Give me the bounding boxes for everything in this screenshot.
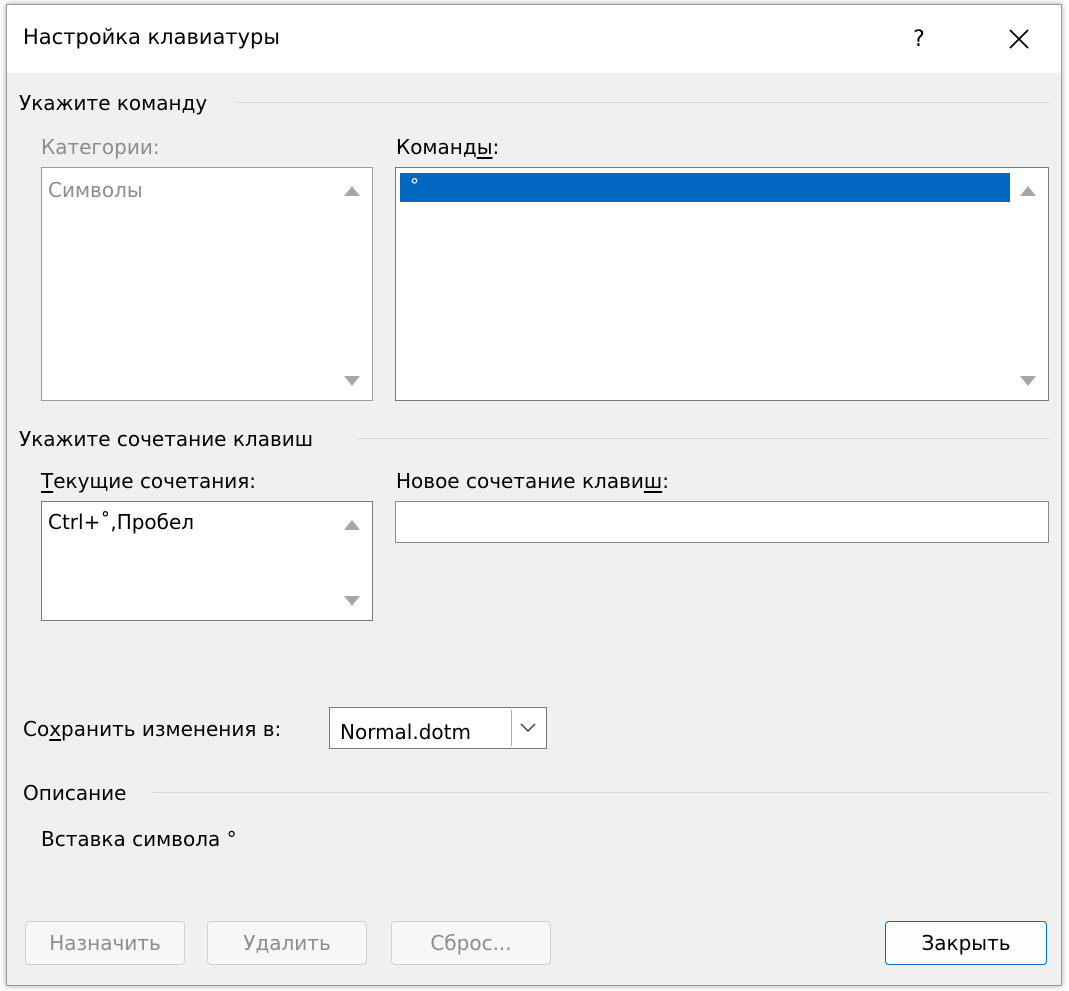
- new-shortcut-label: Новое сочетание клавиш:: [396, 469, 669, 493]
- scroll-down-icon[interactable]: [344, 376, 360, 386]
- remove-button[interactable]: Удалить: [207, 921, 367, 965]
- list-item[interactable]: Символы: [48, 178, 143, 202]
- save-in-text-rest: ранить изменения в:: [61, 717, 282, 741]
- description-divider: [153, 792, 1050, 793]
- list-item-label: °: [410, 175, 419, 196]
- categories-list[interactable]: Символы: [41, 167, 373, 401]
- save-in-text: Со: [23, 717, 50, 741]
- command-section-divider: [235, 102, 1050, 103]
- new-shortcut-text: Новое сочетание клави: [396, 469, 644, 493]
- list-item-selected[interactable]: °: [400, 173, 1010, 202]
- scroll-up-icon[interactable]: [344, 520, 360, 530]
- description-text: Вставка символа °: [41, 827, 237, 851]
- save-in-label: Сохранить изменения в:: [23, 717, 281, 741]
- new-shortcut-input[interactable]: [395, 501, 1049, 543]
- scroll-up-icon[interactable]: [344, 186, 360, 196]
- save-in-accel: х: [49, 717, 62, 741]
- list-item[interactable]: Ctrl+˚,Пробел: [48, 510, 194, 534]
- scroll-down-icon[interactable]: [344, 596, 360, 606]
- assign-button[interactable]: Назначить: [25, 921, 185, 965]
- commands-label-text: Команд: [396, 135, 477, 159]
- help-button[interactable]: ?: [897, 15, 941, 63]
- commands-label-colon: :: [492, 135, 500, 159]
- current-keys-label: Текущие сочетания:: [41, 469, 256, 493]
- dropdown-button[interactable]: [511, 710, 544, 746]
- scroll-down-icon[interactable]: [1020, 376, 1036, 386]
- dialog-title: Настройка клавиатуры: [23, 25, 280, 49]
- save-in-value: Normal.dotm: [340, 720, 471, 744]
- new-shortcut-accel: ш: [643, 469, 663, 493]
- current-keys-list[interactable]: Ctrl+˚,Пробел: [41, 501, 373, 621]
- chevron-down-icon: [520, 723, 536, 733]
- current-keys-accel: Т: [41, 469, 54, 493]
- save-in-dropdown[interactable]: Normal.dotm: [329, 707, 547, 749]
- current-keys-text: екущие сочетания:: [53, 469, 257, 493]
- new-shortcut-colon: :: [662, 469, 669, 493]
- keyboard-customize-dialog: Настройка клавиатуры ? Укажите команду К…: [6, 4, 1062, 986]
- close-icon: [1009, 29, 1029, 49]
- commands-list[interactable]: °: [395, 167, 1049, 401]
- description-heading: Описание: [23, 781, 127, 805]
- commands-label: Команды:: [396, 135, 499, 159]
- close-button[interactable]: [995, 15, 1043, 63]
- reset-button[interactable]: Сброс...: [391, 921, 551, 965]
- scroll-up-icon[interactable]: [1020, 186, 1036, 196]
- close-dialog-button[interactable]: Закрыть: [885, 921, 1047, 965]
- shortcut-section-heading: Укажите сочетание клавиш: [19, 427, 314, 451]
- title-bar: Настройка клавиатуры ?: [7, 5, 1061, 73]
- command-section-heading: Укажите команду: [19, 91, 208, 115]
- categories-label: Категории:: [41, 135, 160, 159]
- commands-label-accel: ы: [476, 135, 493, 159]
- shortcut-section-divider: [357, 438, 1050, 439]
